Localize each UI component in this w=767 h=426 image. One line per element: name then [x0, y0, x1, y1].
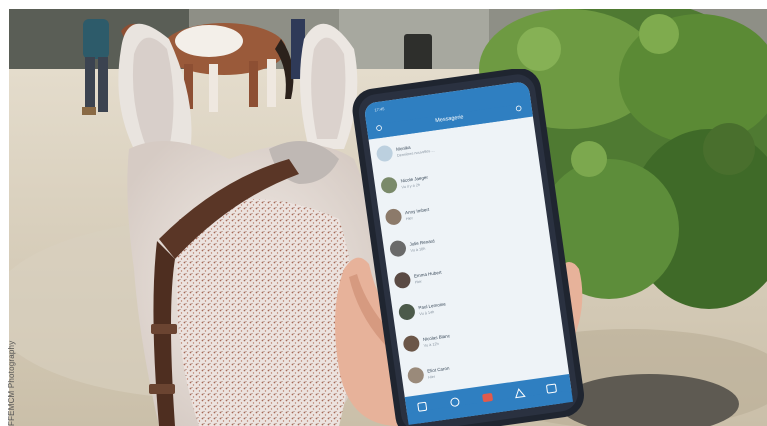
camera-icon[interactable]: [482, 393, 493, 402]
photo-credit: FFEMCM Photography: [0, 300, 16, 426]
smartphone: 17:45 Messagerie Monika Dernières nouvel…: [349, 68, 585, 426]
photo: 17:45 Messagerie Monika Dernières nouvel…: [9, 9, 767, 426]
phone-body: 17:45 Messagerie Monika Dernières nouvel…: [352, 68, 584, 426]
photo-credit-text: FFEMCM Photography: [7, 340, 16, 426]
trash-bin: [404, 34, 432, 74]
